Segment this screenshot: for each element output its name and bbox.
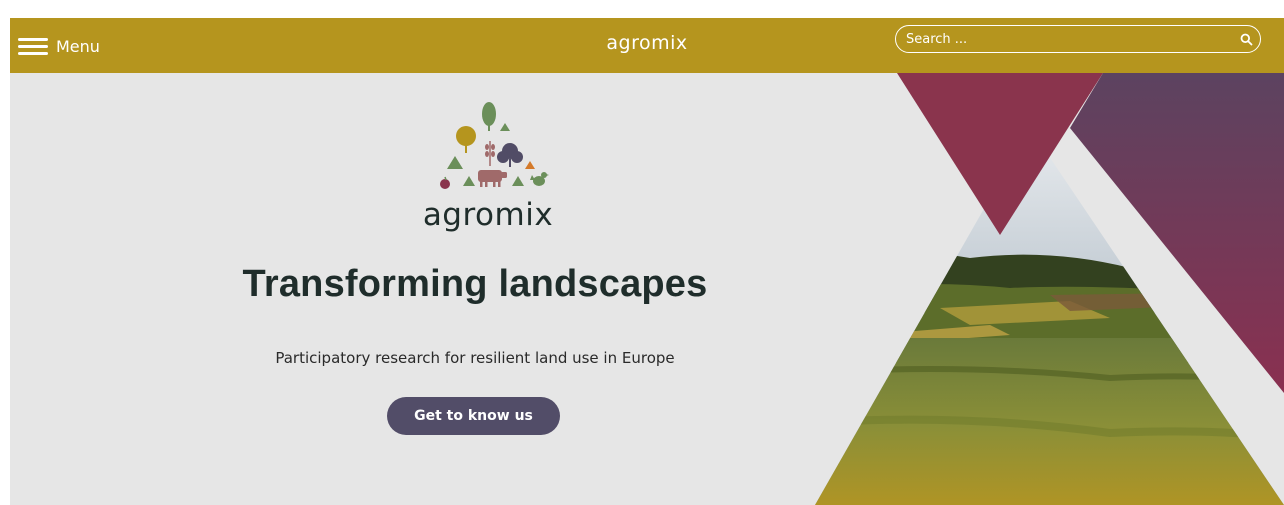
hero-section: agromix Transforming landscapes Particip… <box>10 73 1284 505</box>
hero-subheadline: Participatory research for resilient lan… <box>275 349 675 367</box>
hero-headline: Transforming landscapes <box>242 263 708 305</box>
page: Menu agromix Search ... agromix Transfor… <box>10 18 1284 505</box>
get-to-know-us-button[interactable]: Get to know us <box>387 397 560 435</box>
search-button[interactable] <box>1232 26 1260 52</box>
search-input[interactable] <box>896 31 1232 47</box>
agromix-logo: agromix <box>413 101 563 236</box>
top-navigation-bar: Menu agromix <box>10 18 1284 73</box>
search-box <box>895 25 1261 53</box>
search-icon <box>1240 33 1252 45</box>
logo-wordmark: agromix <box>422 197 554 233</box>
